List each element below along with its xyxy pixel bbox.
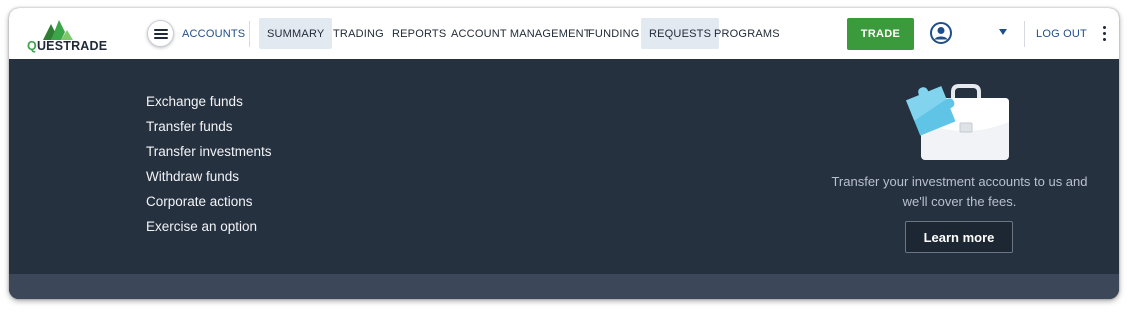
nav-divider-right <box>1024 21 1025 47</box>
top-navigation-bar: QUESTRADE ACCOUNTS SUMMARY TRADING REPOR… <box>9 8 1119 59</box>
questrade-logo-mark-icon <box>43 20 73 40</box>
nav-funding[interactable]: FUNDING <box>580 18 648 49</box>
nav-programs[interactable]: PROGRAMS <box>706 18 788 49</box>
more-vertical-icon[interactable] <box>1103 26 1107 42</box>
link-transfer-investments[interactable]: Transfer investments <box>146 139 272 164</box>
app-window: QUESTRADE ACCOUNTS SUMMARY TRADING REPOR… <box>9 8 1119 299</box>
nav-summary[interactable]: SUMMARY <box>259 18 333 49</box>
requests-dropdown-panel: Exchange funds Transfer funds Transfer i… <box>9 59 1119 274</box>
logo-wordmark-rest: UESTRADE <box>36 39 108 53</box>
nav-account-management[interactable]: ACCOUNT MANAGEMENT <box>443 18 599 49</box>
promo-text-line1: Transfer your investment accounts to us … <box>831 174 1088 189</box>
link-exercise-an-option[interactable]: Exercise an option <box>146 214 272 239</box>
caret-down-icon[interactable] <box>999 29 1007 35</box>
nav-trading[interactable]: TRADING <box>325 18 392 49</box>
promo-text: Transfer your investment accounts to us … <box>817 172 1102 212</box>
user-avatar-icon[interactable] <box>930 22 952 44</box>
footer-strip <box>9 274 1119 299</box>
link-exchange-funds[interactable]: Exchange funds <box>146 89 272 114</box>
trade-button[interactable]: TRADE <box>847 18 914 50</box>
logout-link[interactable]: LOG OUT <box>1028 18 1095 49</box>
hamburger-menu-icon <box>153 28 168 39</box>
link-withdraw-funds[interactable]: Withdraw funds <box>146 164 272 189</box>
hamburger-menu-button[interactable] <box>147 20 174 47</box>
link-transfer-funds[interactable]: Transfer funds <box>146 114 272 139</box>
learn-more-button[interactable]: Learn more <box>905 221 1013 253</box>
promo-text-line2: we'll cover the fees. <box>902 194 1017 209</box>
link-corporate-actions[interactable]: Corporate actions <box>146 189 272 214</box>
questrade-logo[interactable]: QUESTRADE <box>27 18 117 53</box>
logo-wordmark: QUESTRADE <box>27 39 108 53</box>
nav-divider <box>249 21 250 47</box>
requests-link-list: Exchange funds Transfer funds Transfer i… <box>146 89 272 239</box>
briefcase-puzzle-icon <box>906 84 1009 160</box>
nav-accounts[interactable]: ACCOUNTS <box>174 18 253 49</box>
